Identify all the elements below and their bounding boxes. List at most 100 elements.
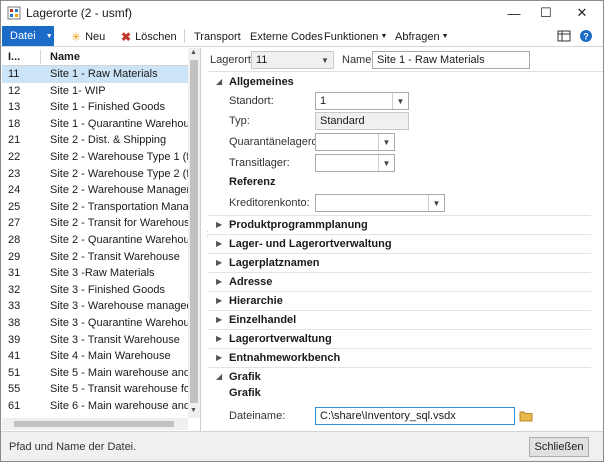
fasttab-allgemeines[interactable]: ◢ Allgemeines bbox=[208, 73, 603, 92]
fasttab-adresse[interactable]: ▶ Adresse bbox=[208, 272, 603, 291]
list-item[interactable]: 12 Site 1- WIP bbox=[2, 83, 188, 100]
fasttab-produktprogrammplanung[interactable]: ▶ Produktprogrammplanung bbox=[208, 215, 603, 234]
file-menu-label: Datei bbox=[10, 30, 36, 42]
list-item[interactable]: 28 Site 2 - Quarantine Warehouse bbox=[2, 232, 188, 249]
minimize-button[interactable]: — bbox=[499, 1, 529, 25]
transport-button[interactable]: Transport bbox=[194, 28, 241, 45]
detail-scrollbar[interactable] bbox=[591, 73, 603, 431]
folder-icon[interactable] bbox=[519, 409, 533, 423]
typ-field[interactable]: Standard bbox=[315, 112, 409, 130]
chevron-down-icon[interactable]: ▼ bbox=[428, 195, 444, 211]
expand-icon: ▶ bbox=[216, 334, 223, 343]
fasttab-lagerortverwaltung[interactable]: ▶ Lagerortverwaltung bbox=[208, 329, 603, 348]
row-id: 41 bbox=[8, 350, 21, 363]
list-item[interactable]: 18 Site 1 - Quarantine Warehouse bbox=[2, 116, 188, 133]
fasttab-title: Einzelhandel bbox=[229, 314, 297, 326]
fasttab-lagerplatznamen[interactable]: ▶ Lagerplatznamen bbox=[208, 253, 603, 272]
list-item[interactable]: 11 Site 1 - Raw Materials bbox=[2, 66, 188, 83]
name-field[interactable]: Site 1 - Raw Materials bbox=[372, 51, 530, 69]
functions-menu[interactable]: Funktionen ▼ bbox=[324, 28, 387, 45]
fasttab-grafik[interactable]: ◢ Grafik bbox=[208, 367, 603, 386]
kreditor-field[interactable]: ▼ bbox=[315, 194, 445, 212]
list-item[interactable]: 38 Site 3 - Quarantine Warehouse bbox=[2, 315, 188, 332]
new-icon: ✳ bbox=[71, 29, 82, 44]
dateiname-field[interactable]: C:\share\Inventory_sql.vsdx bbox=[315, 407, 515, 425]
chevron-down-icon: ▼ bbox=[321, 55, 329, 65]
list-item[interactable]: 41 Site 4 - Main Warehouse bbox=[2, 348, 188, 365]
lagerort-label: Lagerort: bbox=[210, 54, 255, 66]
status-text: Pfad und Name der Datei. bbox=[9, 441, 137, 453]
queries-menu[interactable]: Abfragen ▼ bbox=[395, 28, 449, 45]
list-item[interactable]: 31 Site 3 -Raw Materials bbox=[2, 265, 188, 282]
close-button[interactable]: Schließen bbox=[529, 437, 589, 457]
fasttab-entnahmeworkbench[interactable]: ▶ Entnahmeworkbench bbox=[208, 348, 603, 367]
scroll-thumb[interactable] bbox=[14, 421, 174, 427]
window: Lagerorte (2 - usmf) — ☐ ✕ Datei ▼ ✳ Neu… bbox=[0, 0, 604, 462]
fasttab-hierarchie[interactable]: ▶ Hierarchie bbox=[208, 291, 603, 310]
lagerort-field[interactable]: 11 ▼ bbox=[251, 51, 334, 69]
fasttab-title: Hierarchie bbox=[229, 295, 283, 307]
external-codes-button[interactable]: Externe Codes bbox=[250, 28, 323, 45]
chevron-down-icon[interactable]: ▼ bbox=[378, 134, 394, 150]
column-divider[interactable] bbox=[40, 50, 41, 64]
scroll-thumb[interactable] bbox=[190, 60, 198, 403]
row-name: Site 5 - Main warehouse and mi... bbox=[50, 366, 188, 379]
row-id: 23 bbox=[8, 167, 21, 180]
row-id: 25 bbox=[8, 200, 21, 213]
scroll-up-icon[interactable]: ▲ bbox=[190, 49, 197, 56]
list-item[interactable]: 29 Site 2 - Transit Warehouse bbox=[2, 249, 188, 266]
layout-icon[interactable] bbox=[557, 29, 571, 43]
new-button[interactable]: ✳ Neu bbox=[71, 28, 105, 45]
fasttab-title: Lagerplatznamen bbox=[229, 257, 320, 269]
transit-field[interactable]: ▼ bbox=[315, 154, 395, 172]
fasttab-einzelhandel[interactable]: ▶ Einzelhandel bbox=[208, 310, 603, 329]
row-name: Site 5 - Transit warehouse for W... bbox=[50, 383, 188, 396]
row-id: 51 bbox=[8, 366, 21, 379]
list-header: I... Name bbox=[2, 48, 188, 66]
list-item[interactable]: 21 Site 2 - Dist. & Shipping bbox=[2, 132, 188, 149]
detail-pane: Lagerort: 11 ▼ Name: Site 1 - Raw Materi… bbox=[208, 48, 603, 431]
row-id: 55 bbox=[8, 383, 21, 396]
kreditor-label: Kreditorenkonto: bbox=[229, 197, 310, 209]
row-name: Site 3 - Finished Goods bbox=[50, 283, 165, 296]
row-id: 61 bbox=[8, 399, 21, 412]
list-item[interactable]: 32 Site 3 - Finished Goods bbox=[2, 282, 188, 299]
standort-field[interactable]: 1 ▼ bbox=[315, 92, 409, 110]
list-item[interactable]: 27 Site 2 - Transit for Warehouse M... bbox=[2, 215, 188, 232]
list-item[interactable]: 39 Site 3 - Transit Warehouse bbox=[2, 332, 188, 349]
row-name: Site 2 - Warehouse Type 1 (for W... bbox=[50, 150, 188, 163]
list-item[interactable]: 51 Site 5 - Main warehouse and mi... bbox=[2, 365, 188, 382]
fasttab-lager-und-lagerortverwaltung[interactable]: ▶ Lager- und Lagerortverwaltung bbox=[208, 234, 603, 253]
list-item[interactable]: 55 Site 5 - Transit warehouse for W... bbox=[2, 381, 188, 398]
list-item[interactable]: 61 Site 6 - Main warehouse and mi... bbox=[2, 398, 188, 415]
fasttab-title: Allgemeines bbox=[229, 76, 294, 88]
file-menu-button[interactable]: Datei ▼ bbox=[2, 26, 54, 46]
column-header-id[interactable]: I... bbox=[8, 51, 20, 63]
list-item[interactable]: 13 Site 1 - Finished Goods bbox=[2, 99, 188, 116]
chevron-down-icon[interactable]: ▼ bbox=[378, 155, 394, 171]
column-header-name[interactable]: Name bbox=[50, 51, 80, 63]
row-id: 13 bbox=[8, 101, 21, 114]
list-item[interactable]: 25 Site 2 - Transportation Manage... bbox=[2, 199, 188, 216]
maximize-button[interactable]: ☐ bbox=[531, 1, 561, 25]
help-icon[interactable]: ? bbox=[579, 29, 593, 43]
name-value: Site 1 - Raw Materials bbox=[377, 54, 485, 66]
expand-icon: ▶ bbox=[216, 296, 223, 305]
list-vertical-scrollbar[interactable]: ▲ ▼ bbox=[188, 48, 200, 418]
close-window-button[interactable]: ✕ bbox=[567, 1, 597, 25]
delete-button[interactable]: ✖ Löschen bbox=[121, 28, 177, 45]
chevron-down-icon[interactable]: ▼ bbox=[392, 93, 408, 109]
row-name: Site 4 - Main Warehouse bbox=[50, 350, 171, 363]
collapse-icon: ◢ bbox=[216, 77, 223, 86]
list-item[interactable]: 23 Site 2 - Warehouse Type 2 (for W... bbox=[2, 166, 188, 183]
row-name: Site 3 - Quarantine Warehouse bbox=[50, 316, 188, 329]
row-name: Site 6 - Main warehouse and mi... bbox=[50, 399, 188, 412]
quarantine-field[interactable]: ▼ bbox=[315, 133, 395, 151]
scroll-down-icon[interactable]: ▼ bbox=[190, 407, 197, 414]
list-horizontal-scrollbar[interactable] bbox=[2, 418, 188, 430]
list-item[interactable]: 33 Site 3 - Warehouse managed go... bbox=[2, 298, 188, 315]
expand-icon: ▶ bbox=[216, 258, 223, 267]
list-item[interactable]: 22 Site 2 - Warehouse Type 1 (for W... bbox=[2, 149, 188, 166]
list-item[interactable]: 24 Site 2 - Warehouse Management bbox=[2, 182, 188, 199]
row-id: 21 bbox=[8, 134, 21, 147]
